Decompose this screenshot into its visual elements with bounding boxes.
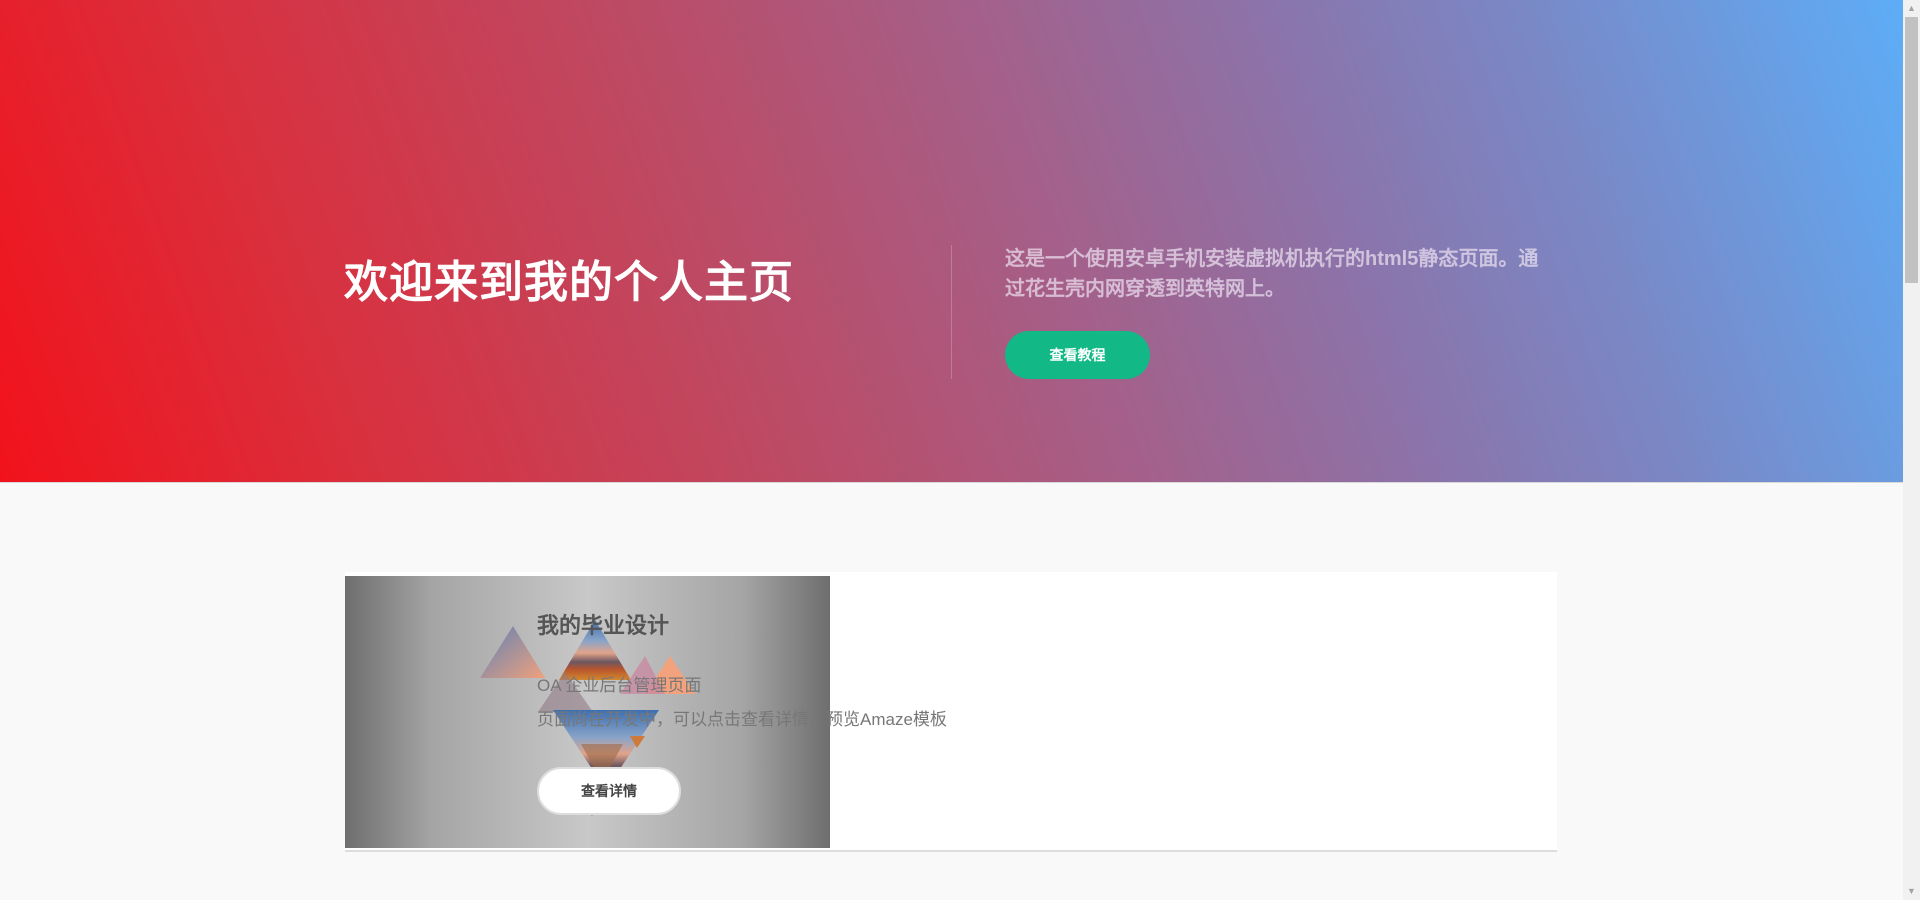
hero-description: 这是一个使用安卓手机安装虚拟机执行的html5静态页面。通过花生壳内网穿透到英特… [1005,248,1539,300]
scroll-down-arrow-icon[interactable]: ▼ [1903,883,1920,900]
vertical-scrollbar[interactable]: ▲ ▼ [1903,0,1920,900]
view-details-button[interactable]: 查看详情 [537,767,681,815]
card-subtitle: OA 企业后台管理页面 [537,676,702,695]
scrollbar-thumb[interactable] [1905,17,1918,283]
hero-banner: 欢迎来到我的个人主页 这是一个使用安卓手机安装虚拟机执行的html5静态页面。通… [0,0,1903,483]
project-card [345,572,1557,852]
hero-divider [951,245,952,379]
card-description: 页面尚在开发中，可以点击查看详情，预览Amaze模板 [537,710,947,729]
card-title: 我的毕业设计 [537,613,670,638]
hero-title: 欢迎来到我的个人主页 [344,258,794,307]
scroll-up-arrow-icon[interactable]: ▲ [1903,0,1920,17]
view-tutorial-button[interactable]: 查看教程 [1005,331,1150,379]
